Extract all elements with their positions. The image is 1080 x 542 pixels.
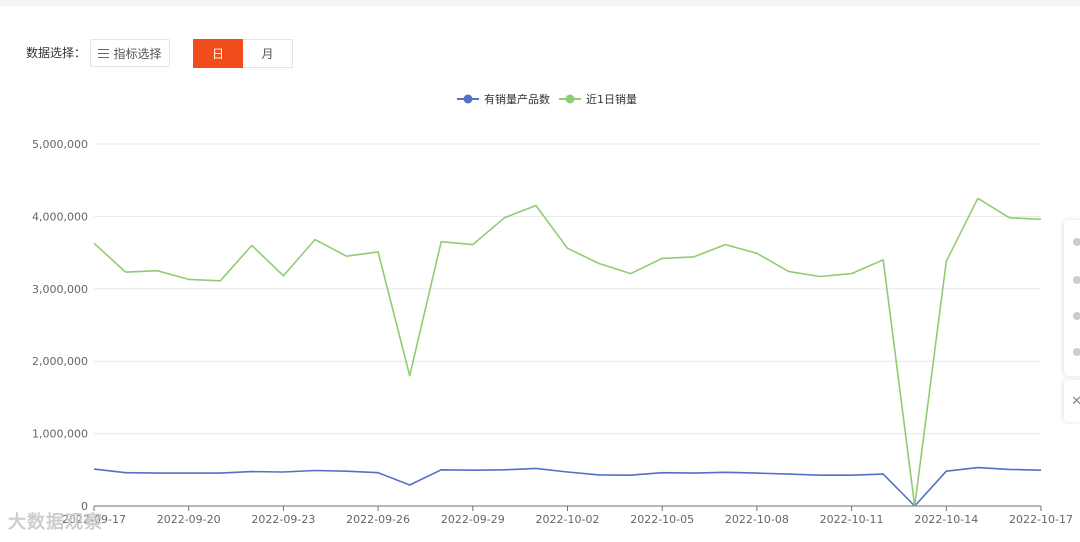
y-tick-label: 4,000,000	[32, 210, 88, 223]
toolbar-icon-3[interactable]	[1073, 312, 1080, 320]
x-tick-label: 2022-10-11	[820, 513, 884, 526]
x-tick-label: 2022-09-26	[346, 513, 410, 526]
x-tick-label: 2022-10-17	[1009, 513, 1073, 526]
y-tick-label: 1,000,000	[32, 428, 88, 441]
legend-label: 近1日销量	[586, 92, 637, 106]
close-icon[interactable]: ✕	[1064, 380, 1080, 422]
x-tick-label: 2022-10-02	[536, 513, 600, 526]
toolbar-icon-1[interactable]	[1073, 238, 1080, 246]
line-chart: 01,000,0002,000,0003,000,0004,000,0005,0…	[32, 92, 1073, 526]
series-line	[93, 197, 1042, 507]
y-tick-label: 5,000,000	[32, 138, 88, 151]
legend-swatch-dot	[565, 94, 575, 104]
x-tick-label: 2022-09-23	[251, 513, 315, 526]
y-tick-label: 2,000,000	[32, 355, 88, 368]
legend-swatch-dot	[463, 94, 473, 104]
toolbar-icon-2[interactable]	[1073, 276, 1080, 284]
toolbar-icon-4[interactable]	[1073, 348, 1080, 356]
side-toolbar	[1064, 220, 1080, 376]
x-tick-label: 2022-10-14	[914, 513, 978, 526]
watermark: 大数据观察	[8, 512, 103, 533]
x-tick-label: 2022-09-20	[157, 513, 221, 526]
series-1	[93, 466, 1042, 507]
x-tick-label: 2022-10-08	[725, 513, 789, 526]
series-line	[93, 466, 1042, 507]
legend-label: 有销量产品数	[484, 92, 550, 106]
x-tick-label: 2022-10-05	[630, 513, 694, 526]
x-tick-label: 2022-09-29	[441, 513, 505, 526]
series-2	[93, 197, 1042, 507]
y-tick-label: 3,000,000	[32, 283, 88, 296]
